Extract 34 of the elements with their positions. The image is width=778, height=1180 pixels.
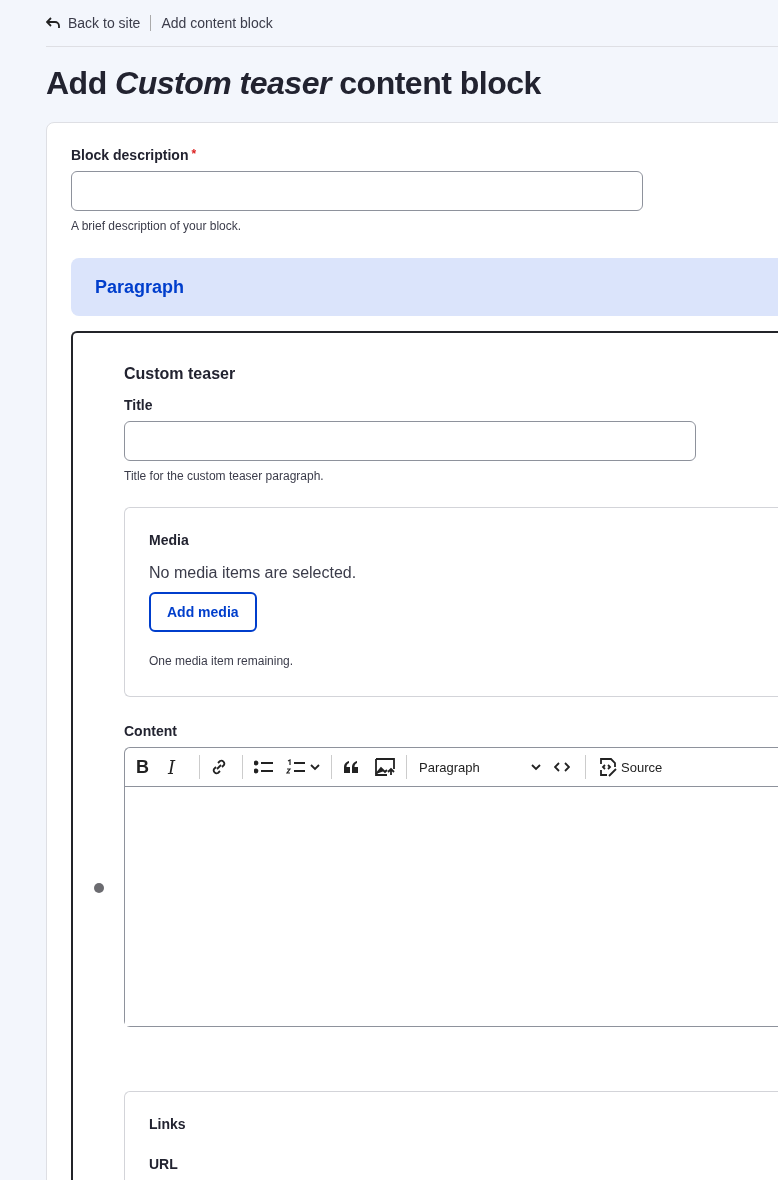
fieldset-legend: Links [149, 1116, 778, 1132]
bold-button[interactable]: B [131, 752, 161, 782]
field-label: Title [124, 397, 154, 413]
source-button[interactable]: Source [592, 752, 668, 782]
paragraph-header: Paragraph [71, 258, 778, 316]
chevron-down-icon [531, 763, 541, 771]
section-heading: Custom teaser [124, 365, 237, 383]
field-label: URL [149, 1156, 179, 1172]
title-input[interactable] [124, 421, 696, 461]
italic-button[interactable]: I [163, 752, 193, 782]
help-text: Title for the custom teaser paragraph. [124, 469, 325, 483]
fieldset-legend: Media [149, 532, 778, 548]
numbered-list-icon [286, 759, 306, 775]
empty-message: No media items are selected. [149, 564, 358, 582]
page-title: Add Custom teaser content block [46, 65, 542, 102]
back-to-site-link[interactable]: Back to site [46, 15, 152, 31]
link-icon [211, 759, 227, 775]
bullet-list-icon [254, 760, 274, 774]
chevron-down-icon [310, 763, 320, 771]
image-upload-icon [375, 758, 395, 776]
help-text: A brief description of your block. [71, 219, 243, 233]
add-media-button[interactable]: Add media [149, 592, 257, 632]
field-label: Content [124, 723, 178, 739]
code-icon [554, 761, 570, 773]
field-label: Block description [71, 147, 189, 163]
drag-handle-icon[interactable] [93, 883, 104, 893]
paragraph-format-dropdown[interactable]: Paragraph [413, 759, 547, 775]
back-arrow-icon [46, 17, 60, 29]
help-text: One media item remaining. [149, 654, 295, 668]
quote-icon [343, 760, 359, 774]
required-marker: * [191, 147, 197, 161]
block-description-input[interactable] [71, 171, 643, 211]
breadcrumb-current: Add content block [160, 15, 273, 31]
source-icon [597, 757, 617, 777]
